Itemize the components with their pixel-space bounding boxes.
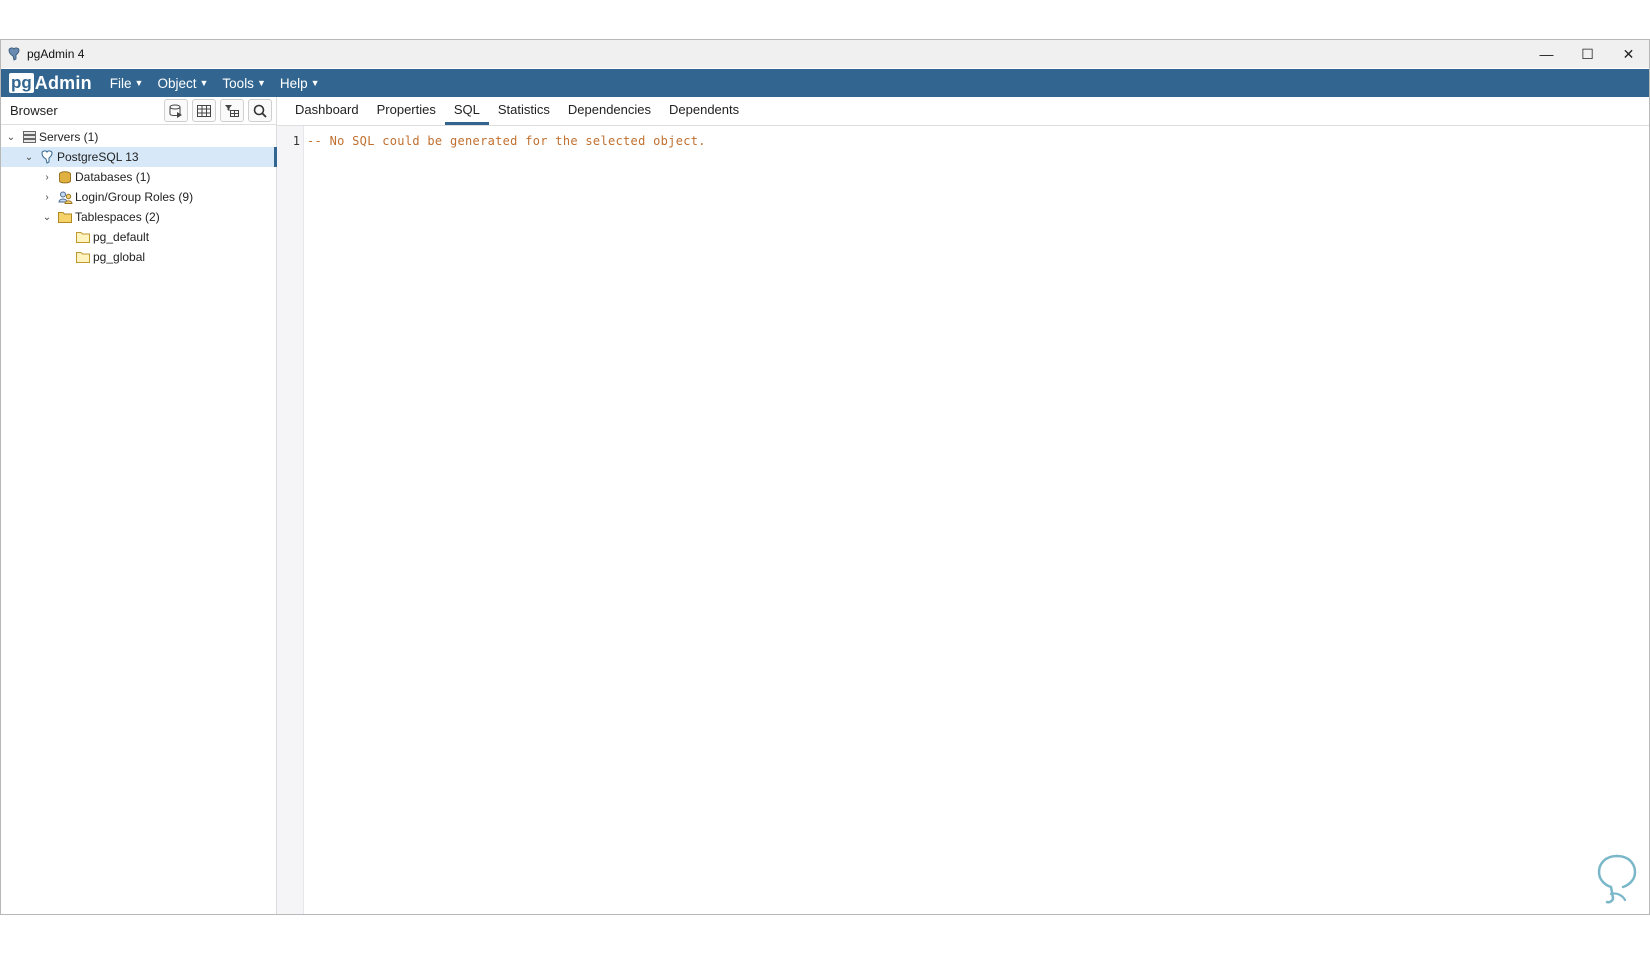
tree-item-login-group-roles[interactable]: › Login/Group Roles (9) [1,187,276,207]
tab-bar: Dashboard Properties SQL Statistics Depe… [277,97,1649,126]
chevron-down-icon: ▼ [256,78,266,88]
app-window: pgAdmin 4 — ☐ ✕ pg Admin File ▼ Object ▼ T… [0,39,1650,915]
menu-help[interactable]: Help ▼ [280,76,320,91]
menu-object-label: Object [157,75,197,91]
window-title: pgAdmin 4 [27,47,85,61]
tree-item-pg-global[interactable]: pg_global [1,247,276,267]
tree-item-databases[interactable]: › Databases (1) [1,167,276,187]
chevron-down-icon: ▼ [199,78,209,88]
tree-item-pg-default[interactable]: pg_default [1,227,276,247]
folder-icon [75,230,91,244]
tree-item-label: Servers (1) [39,130,99,144]
tree-item-label: pg_global [93,250,146,264]
tree-item-postgresql-13[interactable]: ⌄ PostgreSQL 13 [1,147,277,167]
minimize-button[interactable]: — [1526,40,1567,68]
tab-dashboard[interactable]: Dashboard [286,102,368,125]
search-icon [253,104,267,118]
menu-tools[interactable]: Tools ▼ [222,76,265,91]
logo-admin: Admin [34,72,92,93]
search-objects-button[interactable] [248,99,272,122]
tree-item-label: PostgreSQL 13 [57,150,139,164]
chevron-down-icon: ▼ [310,78,320,88]
query-tool-icon [169,104,182,118]
browser-panel: Browser ⌄ Servers (1) ⌄ PostgreSQL 13 › … [1,97,277,914]
roles-icon [57,190,73,204]
query-tool-button[interactable] [164,99,188,122]
tab-sql[interactable]: SQL [444,102,489,125]
logo-pg: pg [9,73,34,93]
tab-dependencies[interactable]: Dependencies [559,102,660,125]
table-icon [197,104,211,117]
menu-file-label: File [109,75,132,91]
line-gutter: 1 [277,126,304,914]
menu-file[interactable]: File ▼ [110,76,144,91]
postgresql-icon [39,150,55,164]
menu-tools-label: Tools [222,75,254,91]
tab-statistics[interactable]: Statistics [489,102,559,125]
chevron-down-icon[interactable]: ⌄ [22,152,36,163]
filter-table-icon [225,104,239,117]
chevron-down-icon: ▼ [134,78,144,88]
tree-item-servers[interactable]: ⌄ Servers (1) [1,127,276,147]
servers-icon [21,130,37,144]
tree-item-label: Databases (1) [75,170,151,184]
browser-title: Browser [10,103,58,118]
chevron-down-icon[interactable]: ⌄ [4,132,18,143]
folder-icon [75,250,91,264]
close-button[interactable]: ✕ [1608,40,1649,68]
chevron-right-icon[interactable]: › [40,192,54,203]
content-panel: Dashboard Properties SQL Statistics Depe… [277,97,1649,914]
pgadmin-elephant-icon [6,46,22,62]
tab-dependents[interactable]: Dependents [660,102,748,125]
database-icon [57,170,73,184]
tree-item-tablespaces[interactable]: ⌄ Tablespaces (2) [1,207,276,227]
sql-editor[interactable]: 1 -- No SQL could be generated for the s… [277,126,1649,914]
object-tree: ⌄ Servers (1) ⌄ PostgreSQL 13 › Database… [1,125,277,267]
tree-item-label: pg_default [93,230,150,244]
menu-help-label: Help [279,75,308,91]
maximize-button[interactable]: ☐ [1567,40,1608,68]
tree-item-label: Tablespaces (2) [75,210,160,224]
filtered-rows-button[interactable] [220,99,244,122]
chevron-right-icon[interactable]: › [40,172,54,183]
chevron-down-icon[interactable]: ⌄ [40,212,54,223]
view-data-button[interactable] [192,99,216,122]
folder-icon [57,210,73,224]
watermark-logo-icon [1597,854,1637,904]
tree-item-label: Login/Group Roles (9) [75,190,194,204]
sql-comment: -- No SQL could be generated for the sel… [307,134,706,148]
menu-bar: pg Admin File ▼ Object ▼ Tools ▼ Help ▼ [1,69,1649,97]
line-number: 1 [292,134,300,148]
menu-object[interactable]: Object ▼ [157,76,208,91]
tab-properties[interactable]: Properties [368,102,445,125]
title-bar: pgAdmin 4 — ☐ ✕ [1,40,1649,68]
pgadmin-logo: pg Admin [9,72,92,94]
browser-header: Browser [1,97,276,125]
